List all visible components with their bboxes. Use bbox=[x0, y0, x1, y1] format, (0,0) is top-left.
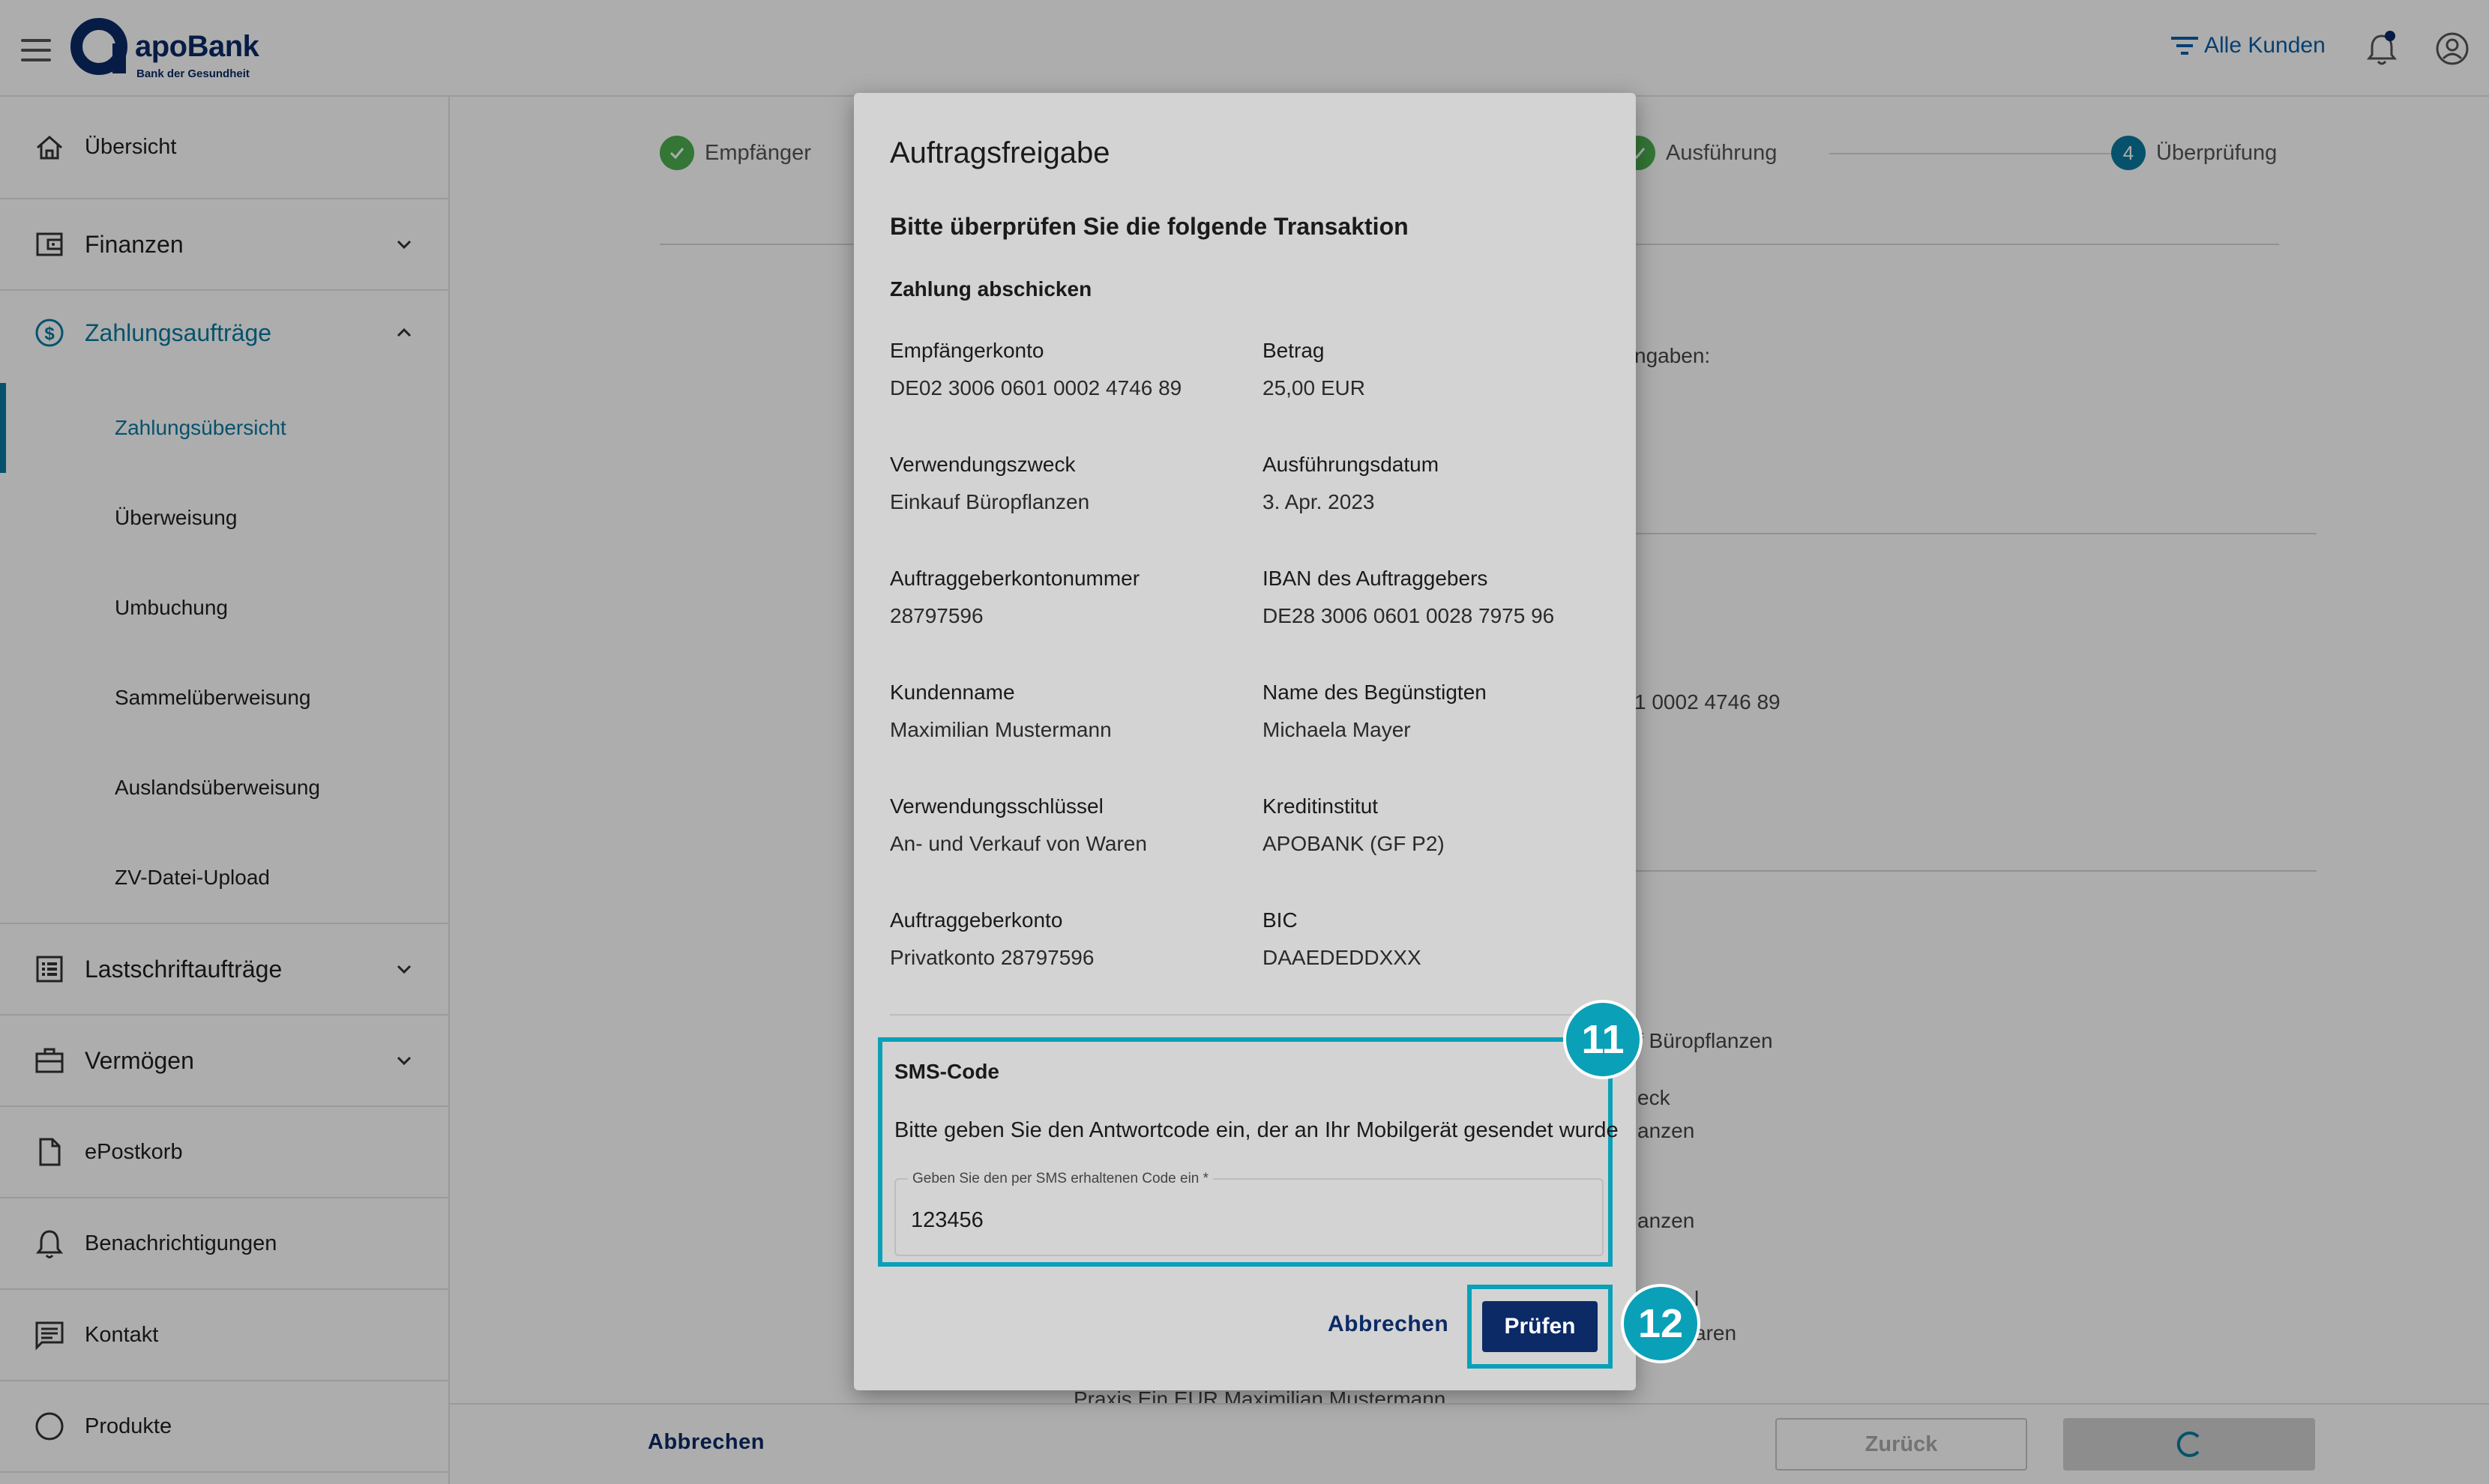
field-value-purpose-key: An- und Verkauf von Waren bbox=[890, 832, 1147, 855]
dialog-subtitle: Bitte überprüfen Sie die folgende Transa… bbox=[890, 213, 1409, 240]
field-label-recipient-account: Empfängerkonto bbox=[890, 339, 1044, 362]
field-value-execution-date: 3. Apr. 2023 bbox=[1262, 490, 1375, 513]
field-value-orderer-iban: DE28 3006 0601 0028 7975 96 bbox=[1262, 604, 1555, 627]
sms-code-input[interactable] bbox=[911, 1205, 1586, 1235]
annotation-badge-11: 11 bbox=[1563, 1000, 1643, 1079]
dialog-cancel-button[interactable]: Abbrechen bbox=[1328, 1312, 1448, 1337]
field-value-bic: DAAEDEDDXXX bbox=[1262, 946, 1421, 969]
dialog-title: Auftragsfreigabe bbox=[890, 136, 1110, 169]
field-value-credit-institution: APOBANK (GF P2) bbox=[1262, 832, 1445, 855]
sms-field-label: Geben Sie den per SMS erhaltenen Code ei… bbox=[908, 1171, 1214, 1187]
field-label-orderer-iban: IBAN des Auftraggebers bbox=[1262, 567, 1488, 590]
field-label-purpose-key: Verwendungsschlüssel bbox=[890, 794, 1104, 818]
sms-hint: Bitte geben Sie den Antwortcode ein, der… bbox=[894, 1118, 1619, 1142]
field-value-beneficiary-name: Michaela Mayer bbox=[1262, 718, 1411, 741]
field-label-credit-institution: Kreditinstitut bbox=[1262, 794, 1379, 818]
annotation-badge-12: 12 bbox=[1621, 1284, 1700, 1363]
field-label-customer-name: Kundenname bbox=[890, 681, 1015, 704]
field-value-amount: 25,00 EUR bbox=[1262, 376, 1365, 399]
order-approval-dialog: Auftragsfreigabe Bitte überprüfen Sie di… bbox=[854, 93, 1636, 1390]
field-label-orderer-account: Auftraggeberkonto bbox=[890, 908, 1063, 932]
field-value-orderer-account-number: 28797596 bbox=[890, 604, 984, 627]
field-label-orderer-account-number: Auftraggeberkontonummer bbox=[890, 567, 1140, 590]
field-label-execution-date: Ausführungsdatum bbox=[1262, 453, 1439, 476]
field-value-customer-name: Maximilian Mustermann bbox=[890, 718, 1112, 741]
field-value-orderer-account: Privatkonto 28797596 bbox=[890, 946, 1095, 969]
dialog-divider bbox=[890, 1014, 1602, 1016]
dialog-section-title: Zahlung abschicken bbox=[890, 277, 1092, 301]
check-button[interactable]: Prüfen bbox=[1482, 1301, 1598, 1352]
sms-code-field[interactable]: Geben Sie den per SMS erhaltenen Code ei… bbox=[894, 1171, 1604, 1256]
field-label-amount: Betrag bbox=[1262, 339, 1325, 362]
field-label-purpose: Verwendungszweck bbox=[890, 453, 1076, 476]
check-button-highlight: Prüfen bbox=[1467, 1285, 1613, 1369]
field-value-purpose: Einkauf Büropflanzen bbox=[890, 490, 1090, 513]
sms-title: SMS-Code bbox=[894, 1060, 999, 1083]
field-value-recipient-account: DE02 3006 0601 0002 4746 89 bbox=[890, 376, 1182, 399]
field-label-bic: BIC bbox=[1262, 908, 1298, 932]
field-label-beneficiary-name: Name des Begünstigten bbox=[1262, 681, 1487, 704]
sms-code-section: SMS-Code Bitte geben Sie den Antwortcode… bbox=[878, 1037, 1619, 1267]
